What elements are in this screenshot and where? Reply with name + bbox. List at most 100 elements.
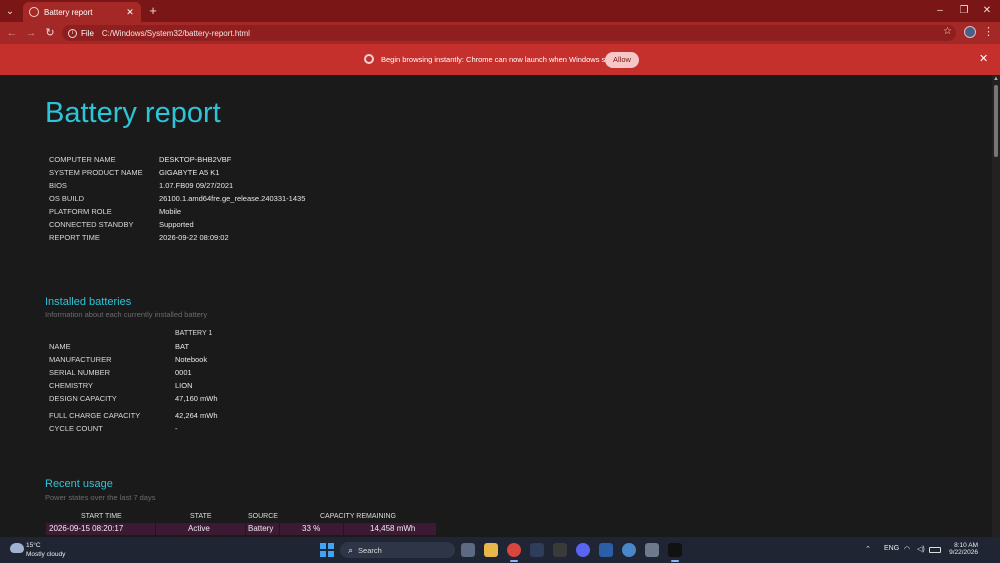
chrome-icon [364, 54, 374, 64]
system-info-value: 1.07.FB09 09/27/2021 [159, 181, 234, 190]
settings-gear-icon[interactable] [622, 543, 636, 557]
restore-icon[interactable]: ❐ [955, 3, 973, 19]
new-tab-button[interactable]: + [146, 3, 160, 19]
weather-temp[interactable]: 15°C [26, 542, 41, 549]
battery-info-value: LION [175, 381, 193, 390]
battery-info-value: 0001 [175, 368, 192, 377]
system-info-key: SYSTEM PRODUCT NAME [49, 168, 143, 177]
window-close-icon[interactable]: ✕ [978, 3, 996, 19]
system-info-value: Mobile [159, 207, 182, 216]
battery-info-key: DESIGN CAPACITY [49, 394, 117, 403]
weather-condition[interactable]: Mostly cloudy [26, 551, 65, 558]
page-scrollbar[interactable]: ▲ [992, 75, 1000, 537]
battery-info-key: MANUFACTURER [49, 355, 112, 364]
reload-icon[interactable]: ↻ [42, 25, 58, 41]
taskbar-search[interactable]: ⌕ Search [340, 542, 455, 558]
startup-infobar: Begin browsing instantly: Chrome can now… [0, 44, 1000, 75]
system-info-key: PLATFORM ROLE [49, 207, 112, 216]
steam-icon[interactable] [530, 543, 544, 557]
cloud-icon[interactable] [10, 543, 24, 553]
battery-info-value: 47,160 mWh [175, 394, 218, 403]
chrome-taskbar-icon[interactable] [507, 543, 521, 562]
epic-games-icon[interactable] [553, 543, 567, 557]
battery-info-key: SERIAL NUMBER [49, 368, 110, 377]
screen: ⌄ Battery report ✕ + – ❐ ✕ ← → ↻ i File … [0, 0, 1000, 563]
tab-strip: ⌄ Battery report ✕ + – ❐ ✕ [0, 0, 1000, 22]
tab-battery-report[interactable]: Battery report ✕ [23, 2, 141, 22]
battery-info-value: BAT [175, 342, 190, 351]
clock-time: 8:10 AM [954, 542, 978, 549]
usage-source: Battery [246, 523, 280, 535]
clock[interactable]: 8:10 AM 9/22/2026 [948, 542, 978, 556]
recent-usage-heading: Recent usage [45, 478, 113, 490]
info-icon[interactable]: i [68, 28, 77, 38]
usage-mwh: 14,458 mWh [344, 523, 436, 535]
system-info-key: OS BUILD [49, 194, 85, 203]
vpn-icon[interactable] [599, 543, 613, 557]
system-info-value: 26100.1.amd64fre.ge_release.240331-1435 [159, 194, 306, 203]
windows-start-icon[interactable] [320, 543, 334, 557]
device-manager-icon[interactable] [645, 543, 659, 557]
address-url[interactable]: C:/Windows/System32/battery-report.html [102, 29, 250, 38]
terminal-icon[interactable] [668, 543, 682, 562]
system-info-value: Supported [159, 220, 194, 229]
volume-icon[interactable]: ◁) [917, 545, 925, 553]
battery-info-value: Notebook [175, 355, 208, 364]
taskbar: 15°C Mostly cloudy ⌕ Search ⌃ ENG ◠ ◁) 8… [0, 537, 1000, 563]
file-explorer-icon[interactable] [484, 543, 498, 557]
usage-percent: 33 % [280, 523, 344, 535]
system-info-value: 2026-09-22 08:09:02 [159, 233, 229, 242]
recent-usage-subheading: Power states over the last 7 days [45, 493, 156, 502]
globe-icon [29, 7, 39, 17]
minimize-icon[interactable]: – [931, 3, 949, 19]
scroll-thumb[interactable] [994, 85, 998, 157]
col-source: SOURCE [248, 513, 278, 520]
wifi-icon[interactable]: ◠ [904, 545, 910, 553]
search-label: Search [358, 545, 382, 555]
system-info-key: BIOS [49, 181, 67, 190]
battery-info-key: CHEMISTRY [49, 381, 94, 390]
tab-title: Battery report [44, 7, 93, 17]
close-icon[interactable]: ✕ [125, 7, 135, 18]
usage-state: Active [156, 523, 246, 535]
forward-arrow-icon[interactable]: → [23, 25, 39, 41]
profile-avatar[interactable] [964, 26, 976, 38]
address-bar[interactable]: i File C:/Windows/System32/battery-repor… [62, 25, 956, 41]
system-info-value: GIGABYTE A5 K1 [159, 168, 220, 177]
col-capacity-remaining: CAPACITY REMAINING [320, 513, 396, 520]
page-content: Battery report COMPUTER NAME DESKTOP-BHB2… [0, 75, 992, 537]
menu-dots-icon[interactable]: ⋮ [983, 25, 994, 39]
battery-info-key: NAME [49, 342, 71, 351]
task-view-icon[interactable] [461, 543, 475, 557]
battery-info-value: 42,264 mWh [175, 411, 218, 420]
back-arrow-icon[interactable]: ← [4, 25, 20, 41]
system-info-key: CONNECTED STANDBY [49, 220, 134, 229]
system-info-key: REPORT TIME [49, 233, 100, 242]
battery-info-key: FULL CHARGE CAPACITY [49, 411, 141, 420]
infobar-message: Begin browsing instantly: Chrome can now… [381, 55, 622, 64]
col-state: STATE [190, 513, 212, 520]
tab-search-chevron-icon[interactable]: ⌄ [3, 4, 17, 18]
installed-batteries-subheading: Information about each currently install… [45, 310, 208, 319]
battery-column-header: BATTERY 1 [175, 330, 213, 337]
toolbar: ← → ↻ i File C:/Windows/System32/battery… [0, 22, 1000, 44]
tray-chevron-up-icon[interactable]: ⌃ [865, 545, 871, 553]
report-title: Battery report [45, 97, 221, 129]
table-row: 2026-09-15 08:20:17 Active Battery 33 % … [46, 523, 436, 535]
system-info-key: COMPUTER NAME [49, 155, 116, 164]
battery-icon[interactable] [929, 547, 941, 553]
language-indicator[interactable]: ENG [884, 545, 899, 552]
battery-info-value: - [175, 424, 178, 433]
address-scheme: File [81, 28, 94, 38]
allow-button[interactable]: Allow [605, 52, 639, 68]
scroll-up-icon[interactable]: ▲ [993, 76, 999, 82]
discord-icon[interactable] [576, 543, 590, 557]
usage-start-time: 2026-09-15 08:20:17 [46, 523, 156, 535]
battery-info-key: CYCLE COUNT [49, 424, 103, 433]
col-start-time: START TIME [81, 513, 122, 520]
clock-date: 9/22/2026 [949, 549, 978, 556]
installed-batteries-heading: Installed batteries [45, 296, 132, 308]
system-info-value: DESKTOP-BHB2VBF [159, 155, 232, 164]
infobar-close-icon[interactable]: ✕ [979, 52, 988, 65]
bookmark-star-icon[interactable]: ☆ [943, 26, 952, 37]
